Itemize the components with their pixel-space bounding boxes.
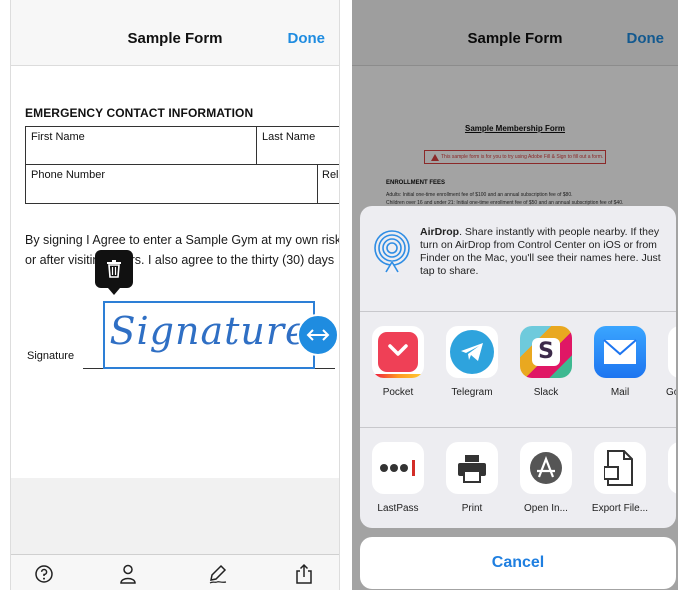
share-actions-row: LastPass Print Open In... Export File... [360, 428, 676, 528]
canvas-background [11, 478, 339, 554]
lastpass-icon [372, 442, 424, 494]
slack-icon: S [520, 326, 572, 378]
signature-text: Signature [109, 309, 309, 353]
airdrop-icon [374, 230, 410, 274]
form-document: EMERGENCY CONTACT INFORMATION First Name… [11, 66, 339, 478]
action-label: Open In... [524, 503, 568, 514]
action-open-in[interactable]: Open In... [516, 442, 576, 514]
pocket-icon [372, 326, 424, 378]
agreement-line: or after visiting hours. I also agree to… [25, 253, 335, 267]
signature-label: Signature [27, 350, 75, 362]
left-screen: Sample Form Done EMERGENCY CONTACT INFOR… [10, 0, 340, 590]
agreement-text: By signing I Agree to enter a Sample Gym… [25, 230, 339, 270]
share-icon [296, 563, 312, 584]
cancel-label: Cancel [491, 554, 545, 571]
export-file-icon [594, 442, 646, 494]
signature-box[interactable]: Signature [103, 301, 315, 369]
airdrop-title: AirDrop [420, 226, 460, 238]
share-apps-row: Pocket Telegram S Slack Mail G [360, 312, 676, 428]
first-name-field[interactable]: First Name [26, 127, 257, 165]
contact-table: First Name Last Name Phone Number Rel [25, 126, 339, 204]
action-label: Export File... [591, 503, 649, 514]
app-label: Pocket [382, 387, 414, 398]
right-screen: Sample Form Done Sample Membership Form … [352, 0, 678, 590]
print-icon [446, 442, 498, 494]
nav-bar: Sample Form Done [11, 0, 339, 66]
open-in-icon [520, 442, 572, 494]
action-label: LastPass [377, 503, 419, 514]
sign-icon [209, 564, 227, 584]
google-icon [668, 326, 676, 378]
section-title: EMERGENCY CONTACT INFORMATION [25, 106, 254, 120]
action-label: Print [461, 503, 483, 514]
share-app-slack[interactable]: S Slack [516, 326, 576, 398]
app-label: Telegram [451, 387, 493, 398]
share-app-mail[interactable]: Mail [590, 326, 650, 398]
airdrop-description: AirDrop. Share instantly with people nea… [420, 226, 670, 278]
help-button[interactable] [33, 563, 55, 585]
app-label: Slack [533, 387, 559, 398]
share-app-telegram[interactable]: Telegram [442, 326, 502, 398]
app-label: Mail [610, 387, 630, 398]
share-sheet: AirDrop. Share instantly with people nea… [360, 206, 676, 528]
done-button[interactable]: Done [288, 30, 326, 47]
resize-handle[interactable] [297, 314, 339, 356]
action-lastpass[interactable]: LastPass [368, 442, 428, 514]
cancel-button[interactable]: Cancel [360, 537, 676, 589]
trash-icon [107, 260, 121, 278]
help-icon [35, 565, 53, 583]
action-export-file[interactable]: Export File... [590, 442, 650, 514]
mail-icon [594, 326, 646, 378]
app-label: Go [666, 387, 676, 398]
action-more[interactable] [664, 442, 676, 494]
relationship-field[interactable]: Rel [318, 165, 339, 203]
resize-arrows-icon [306, 329, 330, 341]
agreement-line: By signing I Agree to enter a Sample Gym… [25, 233, 339, 247]
share-app-google[interactable]: Go [664, 326, 676, 398]
last-name-field[interactable]: Last Name [257, 127, 339, 165]
sign-button[interactable] [207, 563, 229, 585]
telegram-icon [446, 326, 498, 378]
share-button[interactable] [293, 563, 315, 585]
person-icon [120, 564, 136, 584]
delete-button[interactable] [95, 250, 133, 295]
action-print[interactable]: Print [442, 442, 502, 514]
airdrop-section[interactable]: AirDrop. Share instantly with people nea… [360, 206, 676, 312]
share-app-pocket[interactable]: Pocket [368, 326, 428, 398]
profile-button[interactable] [117, 563, 139, 585]
bottom-toolbar [11, 554, 339, 590]
phone-number-field[interactable]: Phone Number [26, 165, 318, 203]
more-icon [668, 442, 676, 494]
